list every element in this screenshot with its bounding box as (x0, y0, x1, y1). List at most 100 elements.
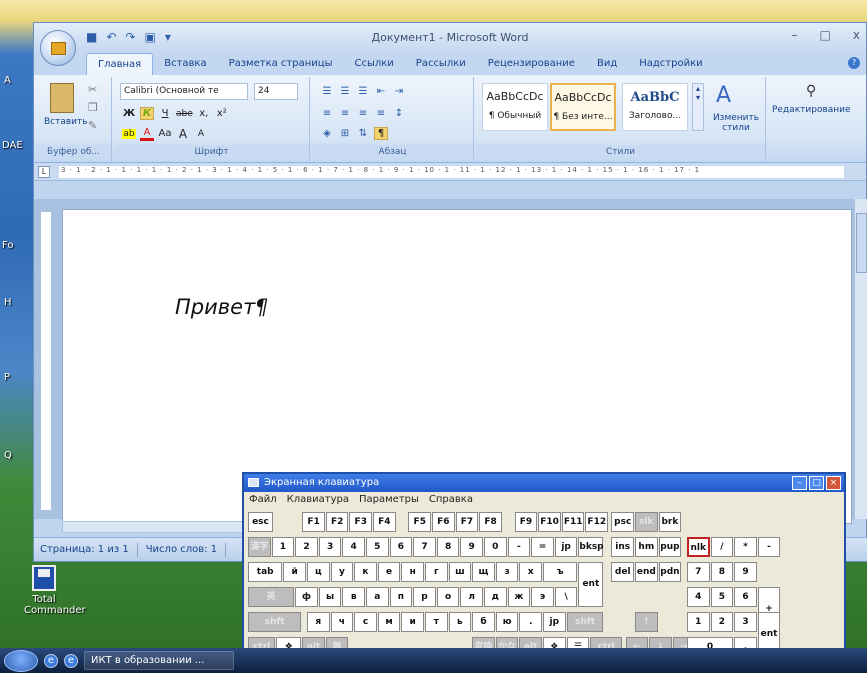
menu-file[interactable]: Файл (249, 494, 277, 506)
menu-help[interactable]: Справка (429, 494, 473, 506)
osk-key[interactable]: F3 (349, 512, 373, 532)
osk-key[interactable]: del (611, 562, 635, 582)
desktop-icon-label[interactable]: A (4, 75, 11, 86)
osk-key[interactable]: nlk (686, 537, 710, 557)
osk-key[interactable]: F2 (325, 512, 349, 532)
osk-key[interactable]: pup (658, 537, 682, 557)
osk-key[interactable]: ↑ (635, 612, 658, 632)
osk-key[interactable]: ф (295, 587, 318, 607)
font-size-box[interactable]: 24 (254, 83, 298, 100)
osk-key[interactable]: tab (248, 562, 283, 582)
osk-key[interactable]: shft (566, 612, 604, 632)
osk-key[interactable]: 9 (734, 562, 757, 582)
osk-key[interactable]: ш (448, 562, 472, 582)
tab-view[interactable]: Вид (586, 53, 628, 75)
osk-key[interactable]: * (734, 537, 757, 557)
osk-key[interactable]: . (519, 612, 542, 632)
tab-home[interactable]: Главная (86, 53, 154, 75)
osk-key[interactable]: 6 (734, 587, 757, 607)
osk-key[interactable]: ц (307, 562, 330, 582)
subscript-button[interactable]: x, (197, 108, 211, 119)
osk-key[interactable]: х (519, 562, 542, 582)
tab-references[interactable]: Ссылки (343, 53, 404, 75)
borders-icon[interactable]: ⊞ (338, 128, 352, 139)
osk-key[interactable]: F5 (408, 512, 432, 532)
osk-key[interactable]: 1 (271, 537, 295, 557)
show-formatting-button[interactable]: ¶ (374, 127, 388, 140)
paste-button[interactable]: Вставить (44, 117, 88, 127)
osk-key[interactable]: о (436, 587, 460, 607)
osk-key[interactable]: pdn (658, 562, 682, 582)
osk-key[interactable]: э (531, 587, 554, 607)
bold-button[interactable]: Ж (122, 108, 136, 119)
close-button[interactable]: x (853, 28, 860, 42)
menu-settings[interactable]: Параметры (359, 494, 419, 506)
highlight-button[interactable]: ab (122, 128, 136, 139)
desktop-icon-label[interactable]: DAE (2, 140, 23, 151)
styles-scroll[interactable]: ▴ ▾ (692, 83, 704, 131)
osk-key[interactable]: ы (318, 587, 342, 607)
align-right-icon[interactable]: ≡ (356, 108, 370, 119)
osk-key[interactable]: в (342, 587, 365, 607)
osk-close-button[interactable]: × (826, 476, 841, 490)
osk-key[interactable]: 3 (734, 612, 757, 632)
osk-key[interactable]: ъ (543, 562, 578, 582)
multilevel-list-icon[interactable]: ☰ (356, 86, 370, 97)
osk-maximize-button[interactable]: □ (809, 476, 824, 490)
justify-icon[interactable]: ≡ (374, 108, 388, 119)
browser-icon[interactable]: e (64, 653, 78, 668)
italic-button[interactable]: К (140, 107, 154, 120)
page-count[interactable]: Страница: 1 из 1 (40, 544, 129, 555)
osk-key[interactable]: б (472, 612, 495, 632)
font-color-button[interactable]: A (140, 127, 154, 141)
osk-key[interactable]: й (283, 562, 306, 582)
osk-key[interactable]: 8 (436, 537, 460, 557)
tab-addins[interactable]: Надстройки (628, 53, 713, 75)
osk-key[interactable]: 3 (318, 537, 342, 557)
osk-key[interactable]: 7 (413, 537, 436, 557)
osk-key[interactable]: 7 (686, 562, 710, 582)
desktop-icon-label[interactable]: H (4, 297, 12, 308)
osk-minimize-button[interactable]: – (792, 476, 807, 490)
desktop-icon-label[interactable]: P (4, 372, 10, 383)
osk-key[interactable]: hm (635, 537, 658, 557)
style-heading[interactable]: AaBbC Заголово... (622, 83, 688, 131)
osk-key[interactable]: F10 (538, 512, 561, 532)
tab-insert[interactable]: Вставка (153, 53, 217, 75)
osk-key[interactable]: я (307, 612, 330, 632)
osk-key[interactable]: з (495, 562, 519, 582)
ie-icon[interactable]: e (44, 653, 58, 668)
change-styles-icon[interactable]: A (716, 83, 731, 108)
osk-key[interactable]: bksp (578, 537, 604, 557)
osk-key[interactable]: jp (554, 537, 578, 557)
numbering-icon[interactable]: ☰ (338, 86, 352, 97)
line-spacing-icon[interactable]: ↕ (392, 108, 406, 119)
osk-key[interactable]: 4 (686, 587, 710, 607)
grow-font-button[interactable]: A (176, 127, 190, 141)
osk-key[interactable]: \ (554, 587, 578, 607)
osk-key[interactable]: р (413, 587, 436, 607)
osk-key[interactable]: н (401, 562, 424, 582)
osk-key[interactable]: а (366, 587, 389, 607)
tab-mailings[interactable]: Рассылки (405, 53, 477, 75)
style-normal[interactable]: AaBbCcDc ¶ Обычный (482, 83, 548, 131)
copy-icon[interactable]: ❐ (88, 101, 98, 114)
align-left-icon[interactable]: ≡ (320, 108, 334, 119)
osk-key[interactable]: д (484, 587, 507, 607)
tab-page-layout[interactable]: Разметка страницы (218, 53, 344, 75)
taskbar-item[interactable]: ИКТ в образовании ... (84, 651, 234, 670)
osk-key[interactable]: ent (578, 562, 604, 607)
osk-key[interactable]: end (635, 562, 658, 582)
document-text[interactable]: Привет¶ (175, 295, 269, 319)
osk-key[interactable]: щ (472, 562, 495, 582)
osk-key[interactable]: 2 (295, 537, 318, 557)
strikethrough-button[interactable]: abe (176, 109, 193, 119)
osk-key[interactable]: 1 (686, 612, 710, 632)
osk-key[interactable]: F7 (455, 512, 479, 532)
osk-key[interactable]: psc (611, 512, 635, 532)
tab-review[interactable]: Рецензирование (477, 53, 586, 75)
change-case-button[interactable]: Aa (158, 128, 172, 139)
maximize-button[interactable]: □ (820, 28, 831, 42)
bullets-icon[interactable]: ☰ (320, 86, 334, 97)
osk-key[interactable]: F4 (373, 512, 396, 532)
